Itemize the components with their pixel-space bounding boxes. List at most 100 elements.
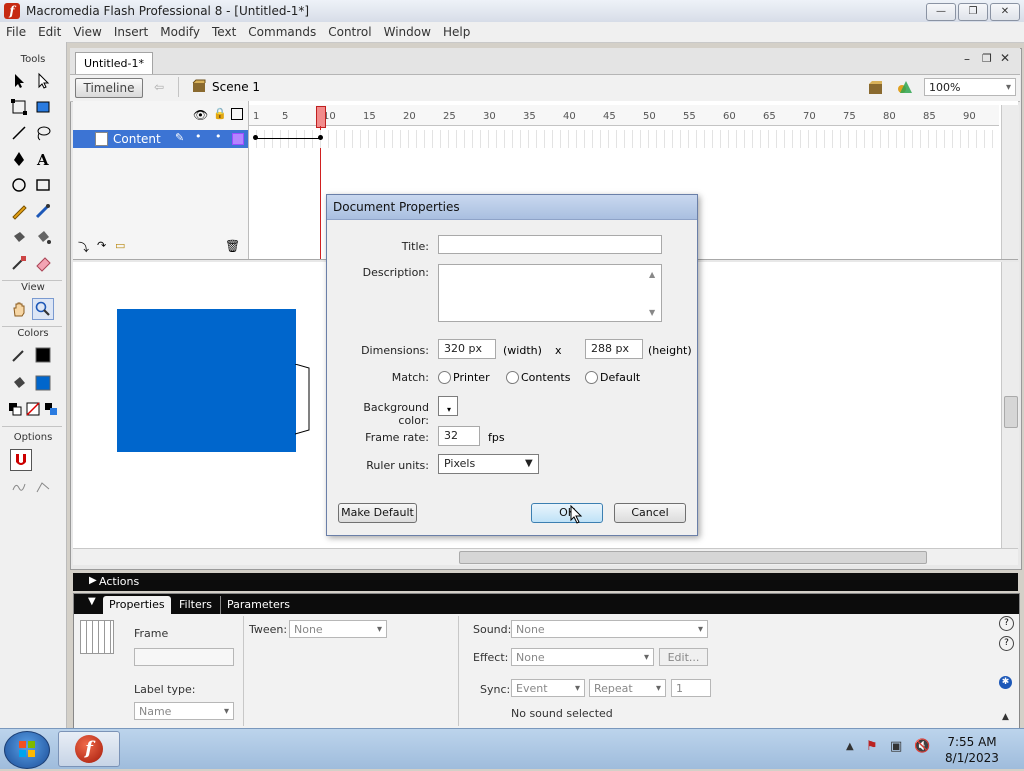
keyframe-dot[interactable] bbox=[253, 135, 258, 140]
stage-hscroll[interactable] bbox=[73, 548, 1018, 565]
help-icon[interactable]: ? bbox=[999, 616, 1014, 631]
make-default-button[interactable]: Make Default bbox=[338, 503, 417, 523]
eraser-tool-icon[interactable] bbox=[32, 252, 54, 274]
eyedropper-tool-icon[interactable] bbox=[8, 252, 30, 274]
minimize-button[interactable]: — bbox=[926, 3, 956, 21]
insert-layer-icon[interactable]: ⤵ bbox=[78, 239, 89, 255]
edit-sound-button[interactable]: Edit... bbox=[659, 648, 708, 666]
lasso-tool-icon[interactable] bbox=[32, 122, 54, 144]
menu-edit[interactable]: Edit bbox=[32, 22, 67, 42]
add-guide-layer-icon[interactable]: ↷ bbox=[97, 239, 106, 252]
match-contents-radio[interactable] bbox=[506, 371, 519, 384]
description-scroll-up-icon[interactable]: ▲ bbox=[649, 270, 655, 279]
insert-folder-icon[interactable]: ▭ bbox=[115, 239, 125, 252]
pencil-tool-icon[interactable] bbox=[8, 200, 30, 222]
smooth-icon[interactable] bbox=[8, 476, 30, 498]
match-printer-radio[interactable] bbox=[438, 371, 451, 384]
actions-panel-bar[interactable]: ▶ Actions bbox=[73, 573, 1018, 591]
effect-select[interactable]: None bbox=[511, 648, 654, 667]
match-default-radio[interactable] bbox=[585, 371, 598, 384]
delete-layer-icon[interactable]: 🗑 bbox=[225, 239, 240, 253]
line-tool-icon[interactable] bbox=[8, 122, 30, 144]
doc-restore-icon[interactable]: ❐ bbox=[982, 52, 992, 65]
timeline-vscroll[interactable] bbox=[1001, 105, 1019, 259]
playhead[interactable] bbox=[316, 106, 326, 128]
straighten-icon[interactable] bbox=[32, 476, 54, 498]
title-input[interactable] bbox=[438, 235, 662, 254]
stage-vscroll[interactable] bbox=[1001, 262, 1019, 548]
stroke-color-swatch[interactable] bbox=[32, 344, 54, 366]
width-input[interactable]: 320 px bbox=[438, 339, 496, 359]
brush-tool-icon[interactable] bbox=[32, 200, 54, 222]
edit-scene-icon[interactable] bbox=[868, 79, 886, 95]
swap-colors-icon[interactable] bbox=[40, 398, 62, 420]
fill-transform-tool-icon[interactable] bbox=[32, 96, 54, 118]
description-textarea[interactable] bbox=[438, 264, 662, 322]
repeat-count-input[interactable]: 1 bbox=[671, 679, 711, 697]
ok-button[interactable]: OK bbox=[531, 503, 603, 523]
cancel-button[interactable]: Cancel bbox=[614, 503, 686, 523]
match-default-label[interactable]: Default bbox=[600, 371, 640, 384]
zoom-tool-icon[interactable] bbox=[32, 298, 54, 320]
menu-file[interactable]: File bbox=[0, 22, 32, 42]
show-hidden-icons-icon[interactable]: ▲ bbox=[846, 741, 854, 752]
stroke-color-icon[interactable] bbox=[8, 344, 30, 366]
menu-commands[interactable]: Commands bbox=[242, 22, 322, 42]
action-center-icon[interactable]: ⚑ bbox=[866, 739, 878, 754]
ink-bottle-tool-icon[interactable] bbox=[8, 226, 30, 248]
selection-tool-icon[interactable] bbox=[8, 70, 30, 92]
frame-label-input[interactable] bbox=[134, 648, 234, 666]
network-icon[interactable]: ▣ bbox=[890, 739, 902, 754]
layer-frames[interactable] bbox=[249, 130, 999, 148]
match-printer-label[interactable]: Printer bbox=[453, 371, 490, 384]
menu-text[interactable]: Text bbox=[206, 22, 242, 42]
start-button[interactable] bbox=[4, 731, 50, 769]
subselection-tool-icon[interactable] bbox=[32, 70, 54, 92]
fill-color-swatch[interactable] bbox=[32, 372, 54, 394]
tab-parameters[interactable]: Parameters bbox=[220, 596, 296, 614]
layer-row-content[interactable]: Content ✎ • • bbox=[73, 130, 248, 148]
zoom-select[interactable]: 100% bbox=[924, 78, 1016, 97]
sound-select[interactable]: None bbox=[511, 620, 708, 639]
close-button[interactable]: ✕ bbox=[990, 3, 1020, 21]
document-tab[interactable]: Untitled-1* bbox=[75, 52, 153, 74]
hand-tool-icon[interactable] bbox=[8, 298, 30, 320]
snap-magnet-icon[interactable] bbox=[10, 449, 32, 471]
restore-button[interactable]: ❐ bbox=[958, 3, 988, 21]
height-input[interactable]: 288 px bbox=[585, 339, 643, 359]
keyframe-dot[interactable] bbox=[318, 135, 323, 140]
free-transform-tool-icon[interactable] bbox=[8, 96, 30, 118]
background-color-swatch[interactable]: ▾ bbox=[438, 396, 458, 416]
oval-tool-icon[interactable] bbox=[8, 174, 30, 196]
flash-taskbar-button[interactable]: f bbox=[58, 731, 120, 767]
ruler-units-select[interactable]: Pixels ▼ bbox=[438, 454, 539, 474]
doc-minimize-icon[interactable]: – bbox=[964, 52, 970, 66]
menu-insert[interactable]: Insert bbox=[108, 22, 154, 42]
repeat-select[interactable]: Repeat bbox=[589, 679, 666, 698]
doc-close-icon[interactable]: ✕ bbox=[1000, 51, 1010, 65]
edit-symbols-icon[interactable] bbox=[896, 79, 914, 95]
tab-properties[interactable]: Properties bbox=[103, 596, 171, 614]
volume-muted-icon[interactable]: 🔇 bbox=[914, 739, 930, 754]
collapse-arrow-icon[interactable]: ▼ bbox=[88, 596, 96, 607]
tab-filters[interactable]: Filters bbox=[173, 596, 218, 614]
paint-bucket-tool-icon[interactable] bbox=[32, 226, 54, 248]
menu-window[interactable]: Window bbox=[378, 22, 437, 42]
description-scroll-down-icon[interactable]: ▼ bbox=[649, 308, 655, 317]
rectangle-tool-icon[interactable] bbox=[32, 174, 54, 196]
back-arrow-icon[interactable]: ⇦ bbox=[154, 80, 164, 94]
menu-view[interactable]: View bbox=[67, 22, 107, 42]
menu-control[interactable]: Control bbox=[322, 22, 377, 42]
label-type-select[interactable]: Name bbox=[134, 702, 234, 721]
text-tool-icon[interactable]: A bbox=[32, 148, 54, 170]
system-clock[interactable]: 7:55 AM 8/1/2023 bbox=[940, 734, 1004, 766]
collapse-icon[interactable]: ▲ bbox=[1002, 712, 1009, 722]
menu-help[interactable]: Help bbox=[437, 22, 476, 42]
fill-color-icon[interactable] bbox=[8, 372, 30, 394]
frame-rate-input[interactable]: 32 bbox=[438, 426, 480, 446]
tween-select[interactable]: None bbox=[289, 620, 387, 639]
pen-tool-icon[interactable] bbox=[8, 148, 30, 170]
accessibility-icon[interactable]: ✱ bbox=[999, 676, 1012, 689]
match-contents-label[interactable]: Contents bbox=[521, 371, 570, 384]
scene-label[interactable]: Scene 1 bbox=[212, 80, 260, 94]
